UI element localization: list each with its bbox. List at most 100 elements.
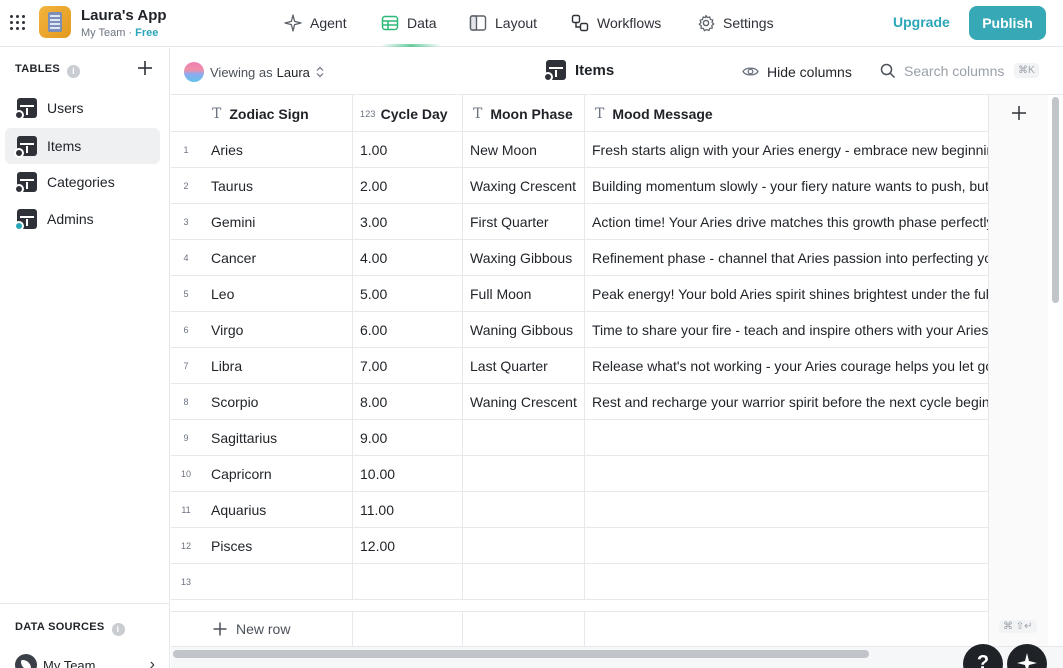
- cell-zodiac-sign[interactable]: Virgo: [171, 312, 353, 348]
- hide-columns-button[interactable]: Hide columns: [742, 63, 852, 80]
- cell-cycle-day[interactable]: 4.00: [353, 240, 463, 276]
- cell-moon-phase[interactable]: [463, 564, 585, 600]
- table-row[interactable]: 10 Capricorn 10.00: [171, 456, 988, 492]
- search-columns-input[interactable]: Search columns: [880, 63, 1004, 79]
- nav-workflows[interactable]: Workflows: [571, 12, 661, 34]
- sidebar-item-admins[interactable]: Admins: [5, 201, 160, 237]
- column-header-moon-phase[interactable]: T Moon Phase: [463, 95, 585, 132]
- publish-button[interactable]: Publish: [969, 6, 1046, 40]
- sidebar-item-categories[interactable]: Categories: [5, 164, 160, 200]
- team-avatar: [15, 654, 37, 668]
- cell-cycle-day[interactable]: 2.00: [353, 168, 463, 204]
- app-switcher-icon[interactable]: [9, 14, 25, 30]
- cell-zodiac-sign[interactable]: Gemini: [171, 204, 353, 240]
- cell-cycle-day[interactable]: 6.00: [353, 312, 463, 348]
- cell-moon-phase[interactable]: Waning Crescent: [463, 384, 585, 420]
- cell-zodiac-sign[interactable]: Pisces: [171, 528, 353, 564]
- info-icon[interactable]: i: [111, 623, 125, 636]
- horizontal-scrollbar-thumb[interactable]: [173, 650, 869, 658]
- cell-zodiac-sign[interactable]: [171, 564, 353, 600]
- cell-mood-message[interactable]: Release what's not working - your Aries …: [585, 348, 988, 384]
- nav-layout[interactable]: Layout: [469, 12, 537, 34]
- cell-mood-message[interactable]: Peak energy! Your bold Aries spirit shin…: [585, 276, 988, 312]
- table-row[interactable]: 9 Sagittarius 9.00: [171, 420, 988, 456]
- cell-moon-phase[interactable]: [463, 528, 585, 564]
- table-row[interactable]: 3 Gemini 3.00 First Quarter Action time!…: [171, 204, 988, 240]
- cell-cycle-day[interactable]: 8.00: [353, 384, 463, 420]
- table-row[interactable]: 7 Libra 7.00 Last Quarter Release what's…: [171, 348, 988, 384]
- cell-mood-message[interactable]: [585, 456, 988, 492]
- cell-moon-phase[interactable]: First Quarter: [463, 204, 585, 240]
- cell-mood-message[interactable]: [585, 420, 988, 456]
- cell-moon-phase[interactable]: Waxing Gibbous: [463, 240, 585, 276]
- cell-moon-phase[interactable]: [463, 492, 585, 528]
- vertical-scrollbar-thumb[interactable]: [1052, 97, 1059, 303]
- column-divider: [463, 612, 585, 647]
- table-row[interactable]: 4 Cancer 4.00 Waxing Gibbous Refinement …: [171, 240, 988, 276]
- cell-mood-message[interactable]: Refinement phase - channel that Aries pa…: [585, 240, 988, 276]
- table-row[interactable]: 2 Taurus 2.00 Waxing Crescent Building m…: [171, 168, 988, 204]
- gear-icon: [697, 14, 715, 32]
- cell-moon-phase[interactable]: [463, 420, 585, 456]
- cell-mood-message[interactable]: Building momentum slowly - your fiery na…: [585, 168, 988, 204]
- cell-mood-message[interactable]: [585, 492, 988, 528]
- table-row[interactable]: 12 Pisces 12.00: [171, 528, 988, 564]
- cell-cycle-day[interactable]: 5.00: [353, 276, 463, 312]
- cell-zodiac-sign[interactable]: Libra: [171, 348, 353, 384]
- sidebar-item-items[interactable]: Items: [5, 128, 160, 164]
- table-row[interactable]: 6 Virgo 6.00 Waning Gibbous Time to shar…: [171, 312, 988, 348]
- table-row[interactable]: 8 Scorpio 8.00 Waning Crescent Rest and …: [171, 384, 988, 420]
- data-source-item[interactable]: My Team ›: [15, 654, 155, 668]
- cell-mood-message[interactable]: [585, 564, 988, 600]
- cell-cycle-day[interactable]: 9.00: [353, 420, 463, 456]
- cell-mood-message[interactable]: Time to share your fire - teach and insp…: [585, 312, 988, 348]
- sidebar-item-users[interactable]: Users: [5, 90, 160, 126]
- viewing-as-selector[interactable]: Viewing as Laura: [184, 62, 324, 82]
- cell-cycle-day[interactable]: 11.00: [353, 492, 463, 528]
- nav-settings[interactable]: Settings: [697, 12, 774, 34]
- cell-cycle-day[interactable]: 10.00: [353, 456, 463, 492]
- table-row[interactable]: 13: [171, 564, 988, 600]
- cell-cycle-day[interactable]: 3.00: [353, 204, 463, 240]
- new-row-button[interactable]: New row: [212, 621, 290, 637]
- cell-mood-message[interactable]: [585, 528, 988, 564]
- cell-zodiac-sign[interactable]: Taurus: [171, 168, 353, 204]
- column-divider: [353, 612, 463, 647]
- cell-zodiac-sign[interactable]: Scorpio: [171, 384, 353, 420]
- cell-zodiac-sign[interactable]: Capricorn: [171, 456, 353, 492]
- cell-mood-message[interactable]: Action time! Your Aries drive matches th…: [585, 204, 988, 240]
- app-logo[interactable]: [39, 6, 71, 38]
- number-type-icon: 123: [360, 108, 376, 119]
- cell-mood-message[interactable]: Fresh starts align with your Aries energ…: [585, 132, 988, 168]
- nav-agent[interactable]: Agent: [284, 12, 347, 34]
- column-header-mood-message[interactable]: T Mood Message: [585, 95, 988, 132]
- cell-zodiac-sign[interactable]: Aquarius: [171, 492, 353, 528]
- cell-mood-message[interactable]: Rest and recharge your warrior spirit be…: [585, 384, 988, 420]
- upgrade-button[interactable]: Upgrade: [893, 14, 950, 30]
- cell-cycle-day[interactable]: 1.00: [353, 132, 463, 168]
- cell-moon-phase[interactable]: New Moon: [463, 132, 585, 168]
- cell-zodiac-sign[interactable]: Aries: [171, 132, 353, 168]
- cell-moon-phase[interactable]: Waning Gibbous: [463, 312, 585, 348]
- cell-zodiac-sign[interactable]: Cancer: [171, 240, 353, 276]
- nav-data[interactable]: Data: [381, 12, 437, 34]
- add-table-button[interactable]: [136, 59, 154, 77]
- cell-cycle-day[interactable]: 7.00: [353, 348, 463, 384]
- table-title-label: Items: [575, 61, 615, 79]
- cell-moon-phase[interactable]: [463, 456, 585, 492]
- table-row[interactable]: 5 Leo 5.00 Full Moon Peak energy! Your b…: [171, 276, 988, 312]
- cell-cycle-day[interactable]: 12.00: [353, 528, 463, 564]
- info-icon[interactable]: i: [66, 65, 80, 78]
- cell-moon-phase[interactable]: Last Quarter: [463, 348, 585, 384]
- column-header-zodiac-sign[interactable]: T Zodiac Sign: [171, 95, 353, 132]
- cell-zodiac-sign[interactable]: Leo: [171, 276, 353, 312]
- cell-cycle-day[interactable]: [353, 564, 463, 600]
- add-column-button[interactable]: [1010, 104, 1028, 122]
- cell-zodiac-sign[interactable]: Sagittarius: [171, 420, 353, 456]
- table-row[interactable]: 1 Aries 1.00 New Moon Fresh starts align…: [171, 132, 988, 168]
- app-title[interactable]: Laura's App: [81, 7, 167, 24]
- cell-moon-phase[interactable]: Waxing Crescent: [463, 168, 585, 204]
- table-row[interactable]: 11 Aquarius 11.00: [171, 492, 988, 528]
- column-header-cycle-day[interactable]: 123 Cycle Day: [353, 95, 463, 132]
- cell-moon-phase[interactable]: Full Moon: [463, 276, 585, 312]
